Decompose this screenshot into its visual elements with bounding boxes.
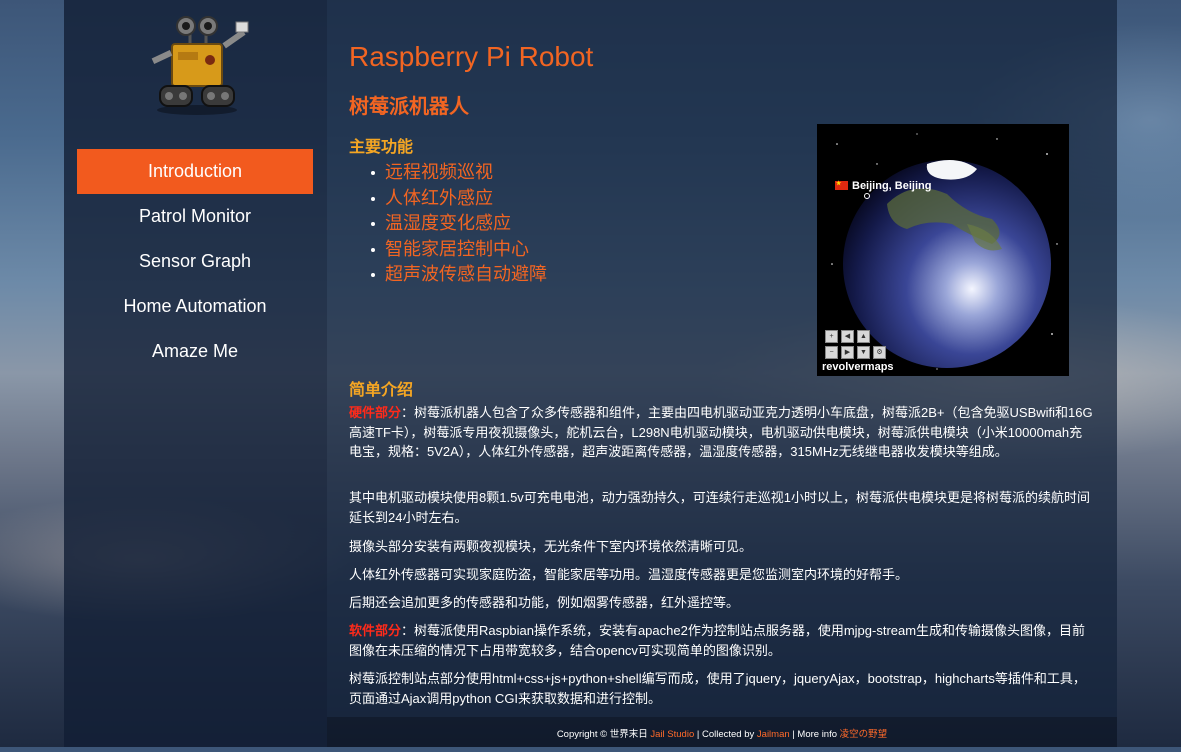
- china-flag-icon: [835, 180, 848, 190]
- revolvermaps-brand[interactable]: revolvermaps: [822, 361, 894, 373]
- nav-item-amaze-me[interactable]: Amaze Me: [77, 329, 313, 374]
- list-item: 温湿度变化感应: [363, 211, 547, 237]
- hardware-tag: 硬件部分: [349, 405, 402, 420]
- zoom-in-icon[interactable]: +: [825, 330, 838, 343]
- footer-more-info: | More info: [792, 729, 838, 740]
- main-nav: Introduction Patrol Monitor Sensor Graph…: [77, 149, 313, 374]
- robot-logo: [151, 16, 249, 115]
- arrow-down-icon[interactable]: ▼: [857, 346, 870, 359]
- nav-item-home-automation[interactable]: Home Automation: [77, 284, 313, 329]
- nav-item-introduction[interactable]: Introduction: [77, 149, 313, 194]
- footer-copyright: Copyright © 世界末日: [556, 729, 648, 740]
- intro-heading: 简单介绍: [349, 382, 414, 399]
- arrow-right-icon[interactable]: ▶: [841, 346, 854, 359]
- zoom-out-icon[interactable]: −: [825, 346, 838, 359]
- list-item: 超声波传感自动避障: [363, 262, 547, 288]
- features-list: 远程视频巡视 人体红外感应 温湿度变化感应 智能家居控制中心 超声波传感自动避障: [363, 160, 547, 288]
- globe-image: [831, 133, 1058, 370]
- arrow-up-icon[interactable]: ▲: [857, 330, 870, 343]
- software-paragraph: 软件部分：树莓派使用Raspbian操作系统，安装有apache2作为控制站点服…: [349, 623, 1086, 658]
- list-item: 远程视频巡视: [363, 160, 547, 186]
- sidebar: Introduction Patrol Monitor Sensor Graph…: [64, 0, 327, 747]
- footer-studio-link[interactable]: Jail Studio: [650, 729, 694, 740]
- paragraph-sensors: 人体红外传感器可实现家庭防盗，智能家居等功用。温湿度传感器更是您监测室内环境的好…: [349, 567, 909, 582]
- nav-item-patrol-monitor[interactable]: Patrol Monitor: [77, 194, 313, 239]
- list-item: 智能家居控制中心: [363, 237, 547, 263]
- main-content: Raspberry Pi Robot 树莓派机器人 主要功能 远程视频巡视 人体…: [327, 0, 1117, 717]
- revolvermaps-globe-widget[interactable]: Beijing, Beijing + ◀ ▲ − ▶ ▼ ⚙ revolverm…: [817, 124, 1069, 376]
- arrow-left-icon[interactable]: ◀: [841, 330, 854, 343]
- location-label: Beijing, Beijing: [835, 180, 931, 192]
- footer-collected-by: | Collected by: [696, 729, 755, 740]
- page-subtitle: 树莓派机器人: [349, 96, 469, 118]
- list-item: 人体红外感应: [363, 186, 547, 212]
- paragraph-web-stack: 树莓派控制站点部分使用html+css+js+python+shell编写而成，…: [349, 671, 1086, 706]
- paragraph-future: 后期还会追加更多的传感器和功能，例如烟雾传感器，红外遥控等。: [349, 595, 740, 610]
- software-tag: 软件部分: [349, 623, 402, 638]
- paragraph-battery: 其中电机驱动模块使用8颗1.5v可充电电池，动力强劲持久，可连续行走巡视1小时以…: [349, 490, 1091, 525]
- footer-collector-link[interactable]: Jailman: [757, 729, 790, 740]
- hardware-paragraph: 硬件部分：树莓派机器人包含了众多传感器和组件，主要由四电机驱动亚克力透明小车底盘…: [349, 405, 1093, 459]
- settings-icon[interactable]: ⚙: [873, 346, 886, 359]
- features-heading: 主要功能: [349, 139, 414, 156]
- page-title: Raspberry Pi Robot: [349, 41, 594, 72]
- nav-item-sensor-graph[interactable]: Sensor Graph: [77, 239, 313, 284]
- paragraph-camera: 摄像头部分安装有两颗夜视模块，无光条件下室内环境依然清晰可见。: [349, 539, 753, 554]
- footer-more-link[interactable]: 凌空の野望: [840, 729, 888, 740]
- footer: Copyright © 世界末日 Jail Studio | Collected…: [327, 717, 1117, 747]
